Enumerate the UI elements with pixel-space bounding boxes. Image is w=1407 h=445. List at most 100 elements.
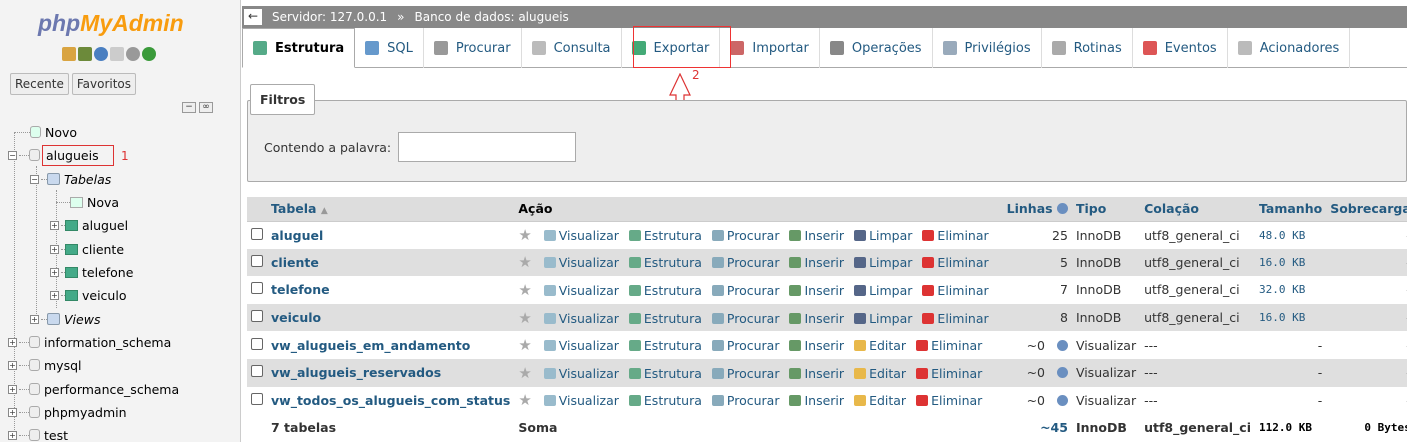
row-checkbox[interactable] bbox=[251, 337, 263, 350]
drop-action[interactable]: Eliminar bbox=[922, 255, 989, 270]
drop-action[interactable]: Eliminar bbox=[922, 311, 989, 326]
drop-action[interactable]: Eliminar bbox=[916, 393, 982, 408]
search-action[interactable]: Procurar bbox=[711, 283, 779, 298]
table-name-link[interactable]: vw_alugueis_reservados bbox=[267, 358, 515, 387]
edit-action[interactable]: Editar bbox=[854, 338, 906, 353]
insert-action[interactable]: Inserir bbox=[789, 393, 844, 408]
search-action[interactable]: Procurar bbox=[711, 311, 779, 326]
structure-action[interactable]: Estrutura bbox=[628, 283, 702, 298]
tree-tables-group[interactable]: − Tabelas bbox=[30, 169, 111, 189]
structure-action[interactable]: Estrutura bbox=[628, 393, 702, 408]
table-name-link[interactable]: veiculo bbox=[267, 303, 515, 332]
insert-action[interactable]: Inserir bbox=[789, 338, 844, 353]
insert-action[interactable]: Inserir bbox=[789, 283, 844, 298]
tree-db-test[interactable]: + test bbox=[8, 425, 68, 445]
favorites-tab[interactable]: Favoritos bbox=[71, 73, 137, 95]
col-tamanho[interactable]: Tamanho bbox=[1255, 197, 1327, 222]
search-action[interactable]: Procurar bbox=[711, 393, 779, 408]
logout-icon[interactable] bbox=[78, 47, 92, 61]
drop-action[interactable]: Eliminar bbox=[916, 366, 982, 381]
row-checkbox[interactable] bbox=[251, 282, 263, 295]
tree-table-telefone[interactable]: + telefone bbox=[50, 262, 133, 282]
structure-action[interactable]: Estrutura bbox=[628, 366, 702, 381]
home-icon[interactable] bbox=[62, 47, 76, 61]
empty-action[interactable]: Limpar bbox=[854, 311, 912, 326]
tab-eventos[interactable]: Eventos bbox=[1133, 28, 1228, 68]
search-action[interactable]: Procurar bbox=[711, 228, 779, 243]
search-action[interactable]: Procurar bbox=[711, 366, 779, 381]
browse-action[interactable]: Visualizar bbox=[543, 255, 619, 270]
collapse-all-icon[interactable]: − bbox=[182, 102, 196, 113]
search-action[interactable]: Procurar bbox=[711, 255, 779, 270]
favorite-star-icon[interactable]: ★ bbox=[518, 281, 531, 299]
filter-input[interactable] bbox=[398, 132, 576, 162]
tree-db-phpmyadmin[interactable]: + phpmyadmin bbox=[8, 402, 127, 422]
tree-views-group[interactable]: + Views bbox=[30, 309, 100, 329]
table-name-link[interactable]: vw_todos_os_alugueis_com_status bbox=[267, 386, 515, 415]
tree-new-table[interactable]: Nova bbox=[56, 192, 119, 212]
structure-action[interactable]: Estrutura bbox=[628, 338, 702, 353]
tab-rotinas[interactable]: Rotinas bbox=[1042, 28, 1133, 68]
col-linhas[interactable]: Linhas bbox=[1002, 197, 1072, 222]
browse-action[interactable]: Visualizar bbox=[543, 228, 619, 243]
tab-consulta[interactable]: Consulta bbox=[522, 28, 622, 68]
insert-action[interactable]: Inserir bbox=[789, 228, 844, 243]
tab-acionadores[interactable]: Acionadores bbox=[1228, 28, 1351, 68]
settings-icon[interactable] bbox=[126, 47, 140, 61]
help-icon[interactable] bbox=[1056, 367, 1068, 379]
col-tipo[interactable]: Tipo bbox=[1071, 197, 1141, 222]
tree-db-performance-schema[interactable]: + performance_schema bbox=[8, 379, 179, 399]
col-colacao[interactable]: Colação bbox=[1140, 197, 1255, 222]
tree-table-veiculo[interactable]: + veiculo bbox=[50, 285, 126, 305]
row-checkbox[interactable] bbox=[251, 254, 263, 267]
tab-sql[interactable]: SQL bbox=[355, 28, 424, 68]
row-checkbox[interactable] bbox=[251, 310, 263, 323]
help-icon[interactable] bbox=[1056, 203, 1068, 215]
server-link[interactable]: Servidor: 127.0.0.1 bbox=[272, 10, 387, 24]
empty-action[interactable]: Limpar bbox=[854, 255, 912, 270]
help-icon[interactable] bbox=[94, 47, 108, 61]
insert-action[interactable]: Inserir bbox=[789, 311, 844, 326]
browse-action[interactable]: Visualizar bbox=[543, 283, 619, 298]
row-checkbox[interactable] bbox=[251, 227, 263, 240]
empty-action[interactable]: Limpar bbox=[854, 283, 912, 298]
reload-icon[interactable] bbox=[142, 47, 156, 61]
browse-action[interactable]: Visualizar bbox=[543, 311, 619, 326]
collapse-icon[interactable]: − bbox=[8, 150, 17, 160]
tree-table-aluguel[interactable]: + aluguel bbox=[50, 215, 128, 235]
tab-estrutura[interactable]: Estrutura bbox=[242, 28, 356, 68]
tab-procurar[interactable]: Procurar bbox=[424, 28, 522, 68]
browse-action[interactable]: Visualizar bbox=[543, 338, 619, 353]
help-icon[interactable] bbox=[1056, 339, 1068, 351]
structure-action[interactable]: Estrutura bbox=[628, 255, 702, 270]
help-icon[interactable] bbox=[1056, 394, 1068, 406]
collapse-icon[interactable]: − bbox=[30, 174, 39, 184]
tab-importar[interactable]: Importar bbox=[720, 28, 820, 68]
col-sobrecarga[interactable]: Sobrecarga bbox=[1326, 197, 1407, 222]
row-checkbox[interactable] bbox=[251, 365, 263, 378]
tree-table-cliente[interactable]: + cliente bbox=[50, 239, 124, 259]
table-name-link[interactable]: vw_alugueis_em_andamento bbox=[267, 331, 515, 359]
favorite-star-icon[interactable]: ★ bbox=[518, 364, 531, 382]
favorite-star-icon[interactable]: ★ bbox=[518, 309, 531, 327]
structure-action[interactable]: Estrutura bbox=[628, 311, 702, 326]
table-name-link[interactable]: telefone bbox=[267, 276, 515, 304]
collapse-nav-icon[interactable]: ← bbox=[244, 9, 262, 25]
edit-action[interactable]: Editar bbox=[854, 366, 906, 381]
browse-action[interactable]: Visualizar bbox=[543, 393, 619, 408]
drop-action[interactable]: Eliminar bbox=[922, 283, 989, 298]
browse-action[interactable]: Visualizar bbox=[543, 366, 619, 381]
empty-action[interactable]: Limpar bbox=[854, 228, 912, 243]
drop-action[interactable]: Eliminar bbox=[922, 228, 989, 243]
table-name-link[interactable]: aluguel bbox=[267, 221, 515, 249]
structure-action[interactable]: Estrutura bbox=[628, 228, 702, 243]
tree-db-information-schema[interactable]: + information_schema bbox=[8, 332, 171, 352]
favorite-star-icon[interactable]: ★ bbox=[518, 336, 531, 354]
favorite-star-icon[interactable]: ★ bbox=[518, 391, 531, 409]
favorite-star-icon[interactable]: ★ bbox=[518, 253, 531, 271]
tab-privilegios[interactable]: Privilégios bbox=[933, 28, 1042, 68]
database-link[interactable]: Banco de dados: alugueis bbox=[415, 10, 569, 24]
drop-action[interactable]: Eliminar bbox=[916, 338, 982, 353]
insert-action[interactable]: Inserir bbox=[789, 366, 844, 381]
recent-tab[interactable]: Recente bbox=[10, 73, 69, 95]
